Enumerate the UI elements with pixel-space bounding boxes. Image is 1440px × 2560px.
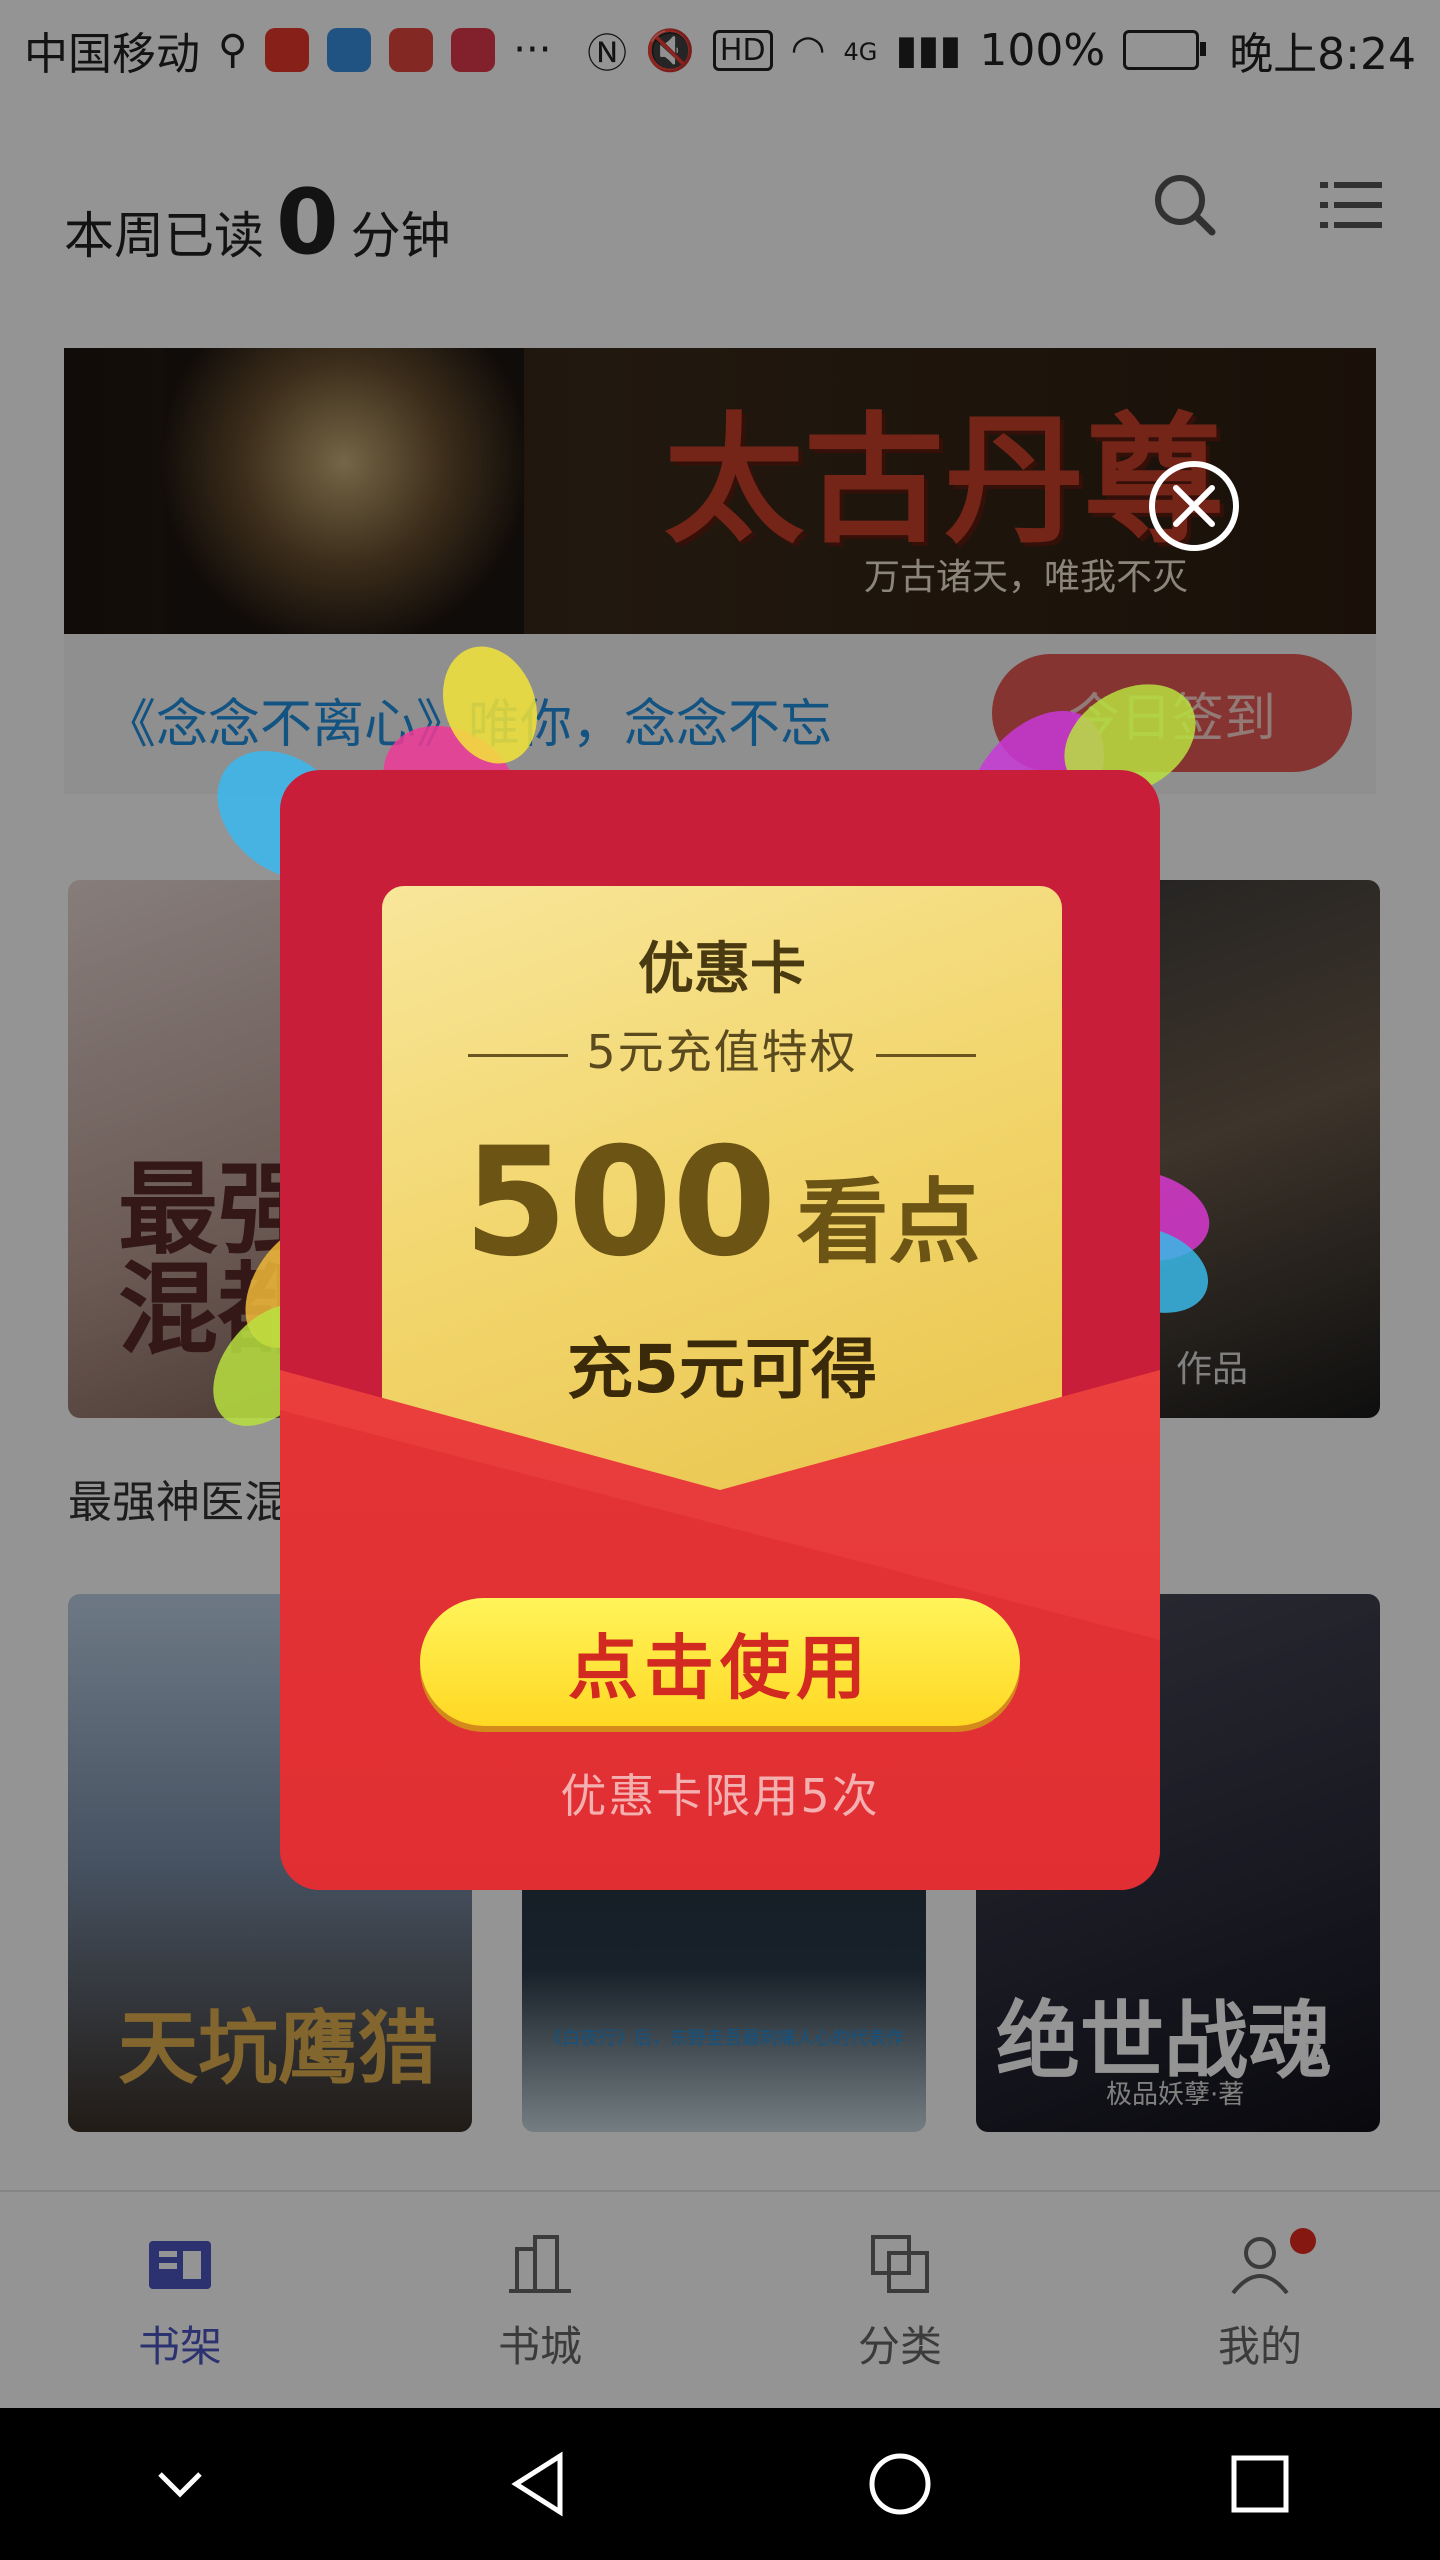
- back-triangle-icon[interactable]: [500, 2444, 580, 2524]
- coupon-title: 优惠卡: [638, 937, 806, 1002]
- coupon-amount-unit: 看点: [796, 1169, 981, 1276]
- use-coupon-button[interactable]: 点击使用: [420, 1598, 1020, 1726]
- coupon-card: 优惠卡 5元充值特权 500 看点 充5元可得 点击使用 优惠卡限用5次: [280, 770, 1160, 1890]
- coupon-condition: 充5元可得: [567, 1331, 877, 1408]
- coupon-subtitle-text: 5元充值特权: [586, 1025, 858, 1079]
- close-icon[interactable]: [1148, 460, 1240, 552]
- coupon-amount: 500 看点: [382, 1116, 1062, 1290]
- collapse-chevron-icon[interactable]: [140, 2444, 220, 2524]
- home-circle-icon[interactable]: [860, 2444, 940, 2524]
- coupon-subtitle: 5元充值特权: [382, 1016, 1062, 1082]
- coupon-limit-text: 优惠卡限用5次: [560, 1769, 880, 1823]
- system-nav-bar: [0, 2408, 1440, 2560]
- recents-square-icon[interactable]: [1220, 2444, 1300, 2524]
- coupon-amount-value: 500: [463, 1116, 777, 1290]
